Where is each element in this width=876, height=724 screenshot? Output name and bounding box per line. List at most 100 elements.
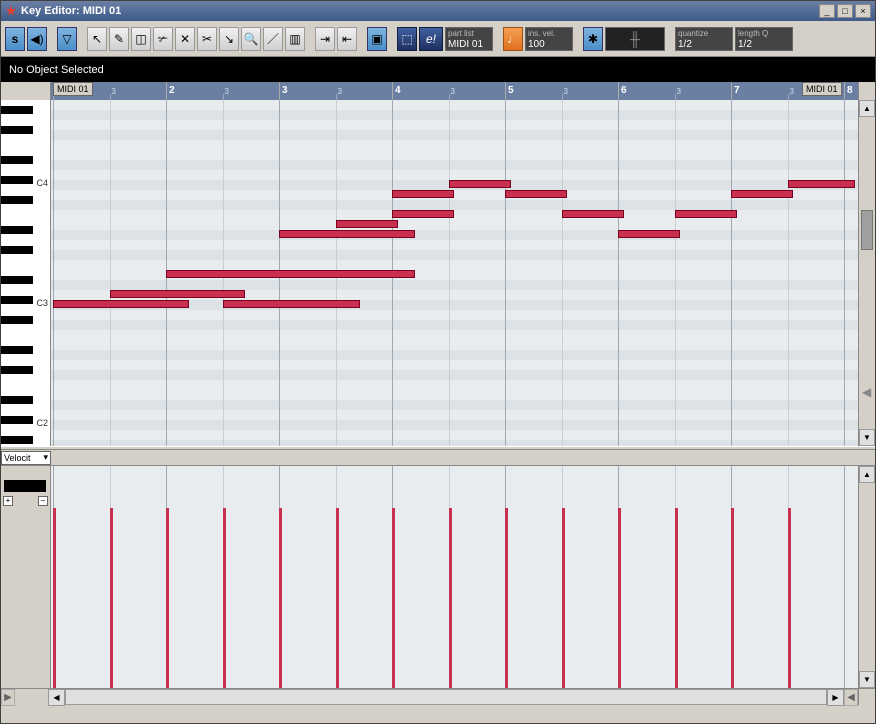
velocity-grid[interactable]	[51, 466, 858, 688]
midi-note[interactable]	[731, 190, 793, 198]
velocity-event[interactable]	[449, 508, 452, 688]
midi-note[interactable]	[392, 190, 454, 198]
vscroll-thumb[interactable]	[861, 210, 873, 250]
add-lane-button[interactable]: +	[3, 496, 13, 506]
hzoom-out-handle[interactable]: ▶	[1, 689, 15, 706]
note-grid[interactable]	[51, 100, 858, 446]
black-key[interactable]	[1, 156, 33, 164]
black-key[interactable]	[1, 396, 33, 404]
zoom-tool-button[interactable]: 🔍	[241, 27, 261, 51]
black-key[interactable]	[1, 176, 33, 184]
velocity-event[interactable]	[731, 508, 734, 688]
solo-button[interactable]: s	[5, 27, 25, 51]
midi-note[interactable]	[223, 300, 361, 308]
titlebar[interactable]: Key Editor: MIDI 01 _ □ ×	[1, 1, 875, 21]
midi-note[interactable]	[449, 180, 511, 188]
vertical-scrollbar[interactable]: ▲ ◀ ▼	[858, 100, 875, 446]
velocity-event[interactable]	[392, 508, 395, 688]
midi-note[interactable]	[53, 300, 189, 308]
scroll-up-button[interactable]: ▲	[859, 100, 875, 117]
grid-row	[51, 210, 858, 220]
scroll-down-button[interactable]: ▼	[859, 429, 875, 446]
remove-lane-button[interactable]: –	[38, 496, 48, 506]
black-key[interactable]	[1, 276, 33, 284]
black-key[interactable]	[1, 346, 33, 354]
velocity-event[interactable]	[279, 508, 282, 688]
acoustic-button[interactable]: ◀)	[27, 27, 47, 51]
scroll-left-button[interactable]: ◀	[48, 689, 65, 706]
velocity-event[interactable]	[53, 508, 56, 688]
black-key[interactable]	[1, 436, 33, 444]
show-info-button[interactable]: ▽	[57, 27, 77, 51]
midi-note[interactable]	[562, 210, 624, 218]
gridline	[53, 100, 54, 446]
time-warp-button[interactable]: ▥	[285, 27, 305, 51]
midi-note[interactable]	[505, 190, 567, 198]
autoscroll-suspend-button[interactable]: ⇤	[337, 27, 357, 51]
midi-note[interactable]	[279, 230, 415, 238]
edit-active-part-button[interactable]: e!	[419, 27, 443, 51]
black-key[interactable]	[1, 296, 33, 304]
black-key[interactable]	[1, 366, 33, 374]
close-button[interactable]: ×	[855, 4, 871, 18]
part-end-marker[interactable]: MIDI 01	[802, 82, 842, 96]
horizontal-scrollbar[interactable]: ▶ ◀ ▶ ◀	[1, 688, 875, 705]
color-tool-button[interactable]: ▣	[367, 27, 387, 51]
midi-note[interactable]	[675, 210, 737, 218]
black-key[interactable]	[1, 226, 33, 234]
black-key[interactable]	[1, 126, 33, 134]
velocity-event[interactable]	[336, 508, 339, 688]
black-key[interactable]	[1, 316, 33, 324]
scroll-right-button[interactable]: ▶	[827, 689, 844, 706]
velocity-event[interactable]	[618, 508, 621, 688]
grid-row	[51, 130, 858, 140]
split-tool-button[interactable]: ✂	[197, 27, 217, 51]
midi-note[interactable]	[166, 270, 415, 278]
grid-type-display[interactable]: ╫	[605, 27, 665, 51]
line-tool-button[interactable]: ／	[263, 27, 283, 51]
velocity-event[interactable]	[505, 508, 508, 688]
midi-note[interactable]	[618, 230, 680, 238]
velocity-scroll-up-button[interactable]: ▲	[859, 466, 875, 483]
midi-note[interactable]	[336, 220, 398, 228]
draw-tool-button[interactable]: ✎	[109, 27, 129, 51]
midi-note[interactable]	[110, 290, 246, 298]
zoom-vertical-handle[interactable]: ◀	[862, 385, 874, 397]
minimize-button[interactable]: _	[819, 4, 835, 18]
ins-vel-field[interactable]: ins. vel. 100	[525, 27, 573, 51]
insert-mode-button[interactable]: ♩	[503, 27, 523, 51]
erase-tool-button[interactable]: ◫	[131, 27, 151, 51]
maximize-button[interactable]: □	[837, 4, 853, 18]
velocity-event[interactable]	[166, 508, 169, 688]
velocity-event[interactable]	[788, 508, 791, 688]
velocity-vscroll[interactable]: ▲ ▼	[858, 466, 875, 688]
time-ruler[interactable]: 1323334353637383MIDI 01MIDI 01	[51, 82, 858, 100]
pointer-tool-button[interactable]: ↖	[87, 27, 107, 51]
trim-tool-button[interactable]: ✃	[153, 27, 173, 51]
hscroll-track[interactable]	[65, 689, 827, 705]
velocity-scroll-down-button[interactable]: ▼	[859, 671, 875, 688]
autoscroll-button[interactable]: ⇥	[315, 27, 335, 51]
midi-note[interactable]	[788, 180, 856, 188]
velocity-event[interactable]	[110, 508, 113, 688]
scroll-corner	[858, 689, 875, 705]
part-start-marker[interactable]: MIDI 01	[53, 82, 93, 96]
black-key[interactable]	[1, 196, 33, 204]
glue-tool-button[interactable]: ↘	[219, 27, 239, 51]
show-part-borders-button[interactable]: ⬚	[397, 27, 417, 51]
velocity-event[interactable]	[675, 508, 678, 688]
velocity-event[interactable]	[562, 508, 565, 688]
length-q-field[interactable]: length Q 1/2	[735, 27, 793, 51]
snap-button[interactable]: ✱	[583, 27, 603, 51]
hzoom-in-handle[interactable]: ◀	[844, 689, 858, 706]
controller-type-dropdown[interactable]: Velocit▾	[1, 451, 51, 465]
part-list-field[interactable]: part list MIDI 01	[445, 27, 493, 51]
mute-tool-button[interactable]: ✕	[175, 27, 195, 51]
black-key[interactable]	[1, 246, 33, 254]
piano-keyboard[interactable]: C4C3C2	[1, 100, 51, 446]
midi-note[interactable]	[392, 210, 454, 218]
black-key[interactable]	[1, 106, 33, 114]
velocity-event[interactable]	[223, 508, 226, 688]
quantize-field[interactable]: quantize 1/2	[675, 27, 733, 51]
black-key[interactable]	[1, 416, 33, 424]
